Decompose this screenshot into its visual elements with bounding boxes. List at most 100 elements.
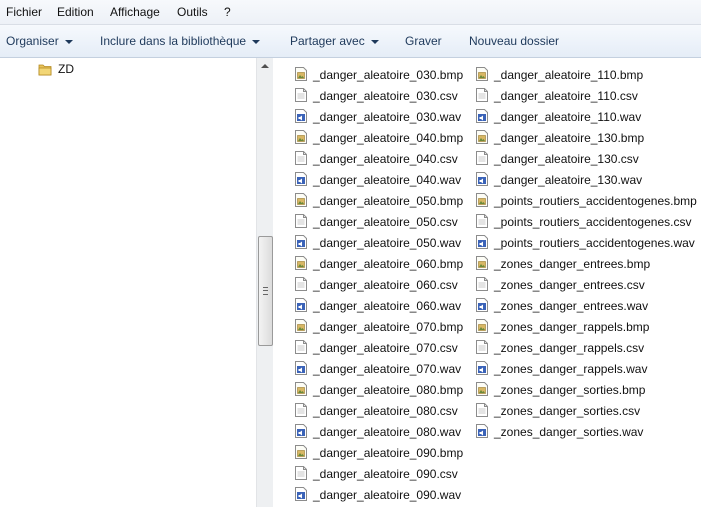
bitmap-file-icon xyxy=(295,130,307,144)
grip-icon xyxy=(263,287,268,295)
file-name: _points_routiers_accidentogenes.csv xyxy=(494,215,692,229)
organize-label: Organiser xyxy=(6,34,59,48)
file-name: _danger_aleatoire_130.wav xyxy=(494,173,643,187)
menu-fichier[interactable]: Fichier xyxy=(6,5,42,19)
file-name: _danger_aleatoire_060.bmp xyxy=(313,257,464,271)
bitmap-file-icon xyxy=(295,67,307,81)
text-file-icon xyxy=(476,151,488,165)
file-name: _danger_aleatoire_040.wav xyxy=(313,173,462,187)
file-name: _danger_aleatoire_030.csv xyxy=(313,89,458,103)
text-file-icon xyxy=(476,214,488,228)
chevron-down-icon xyxy=(370,39,379,44)
file-name: _danger_aleatoire_060.wav xyxy=(313,299,462,313)
audio-file-icon xyxy=(476,298,488,312)
audio-file-icon xyxy=(295,172,307,186)
audio-file-icon xyxy=(295,424,307,438)
audio-file-icon xyxy=(476,109,488,123)
command-bar: Organiser Inclure dans la bibliothèque P… xyxy=(0,25,701,58)
new-folder-button[interactable]: Nouveau dossier xyxy=(469,34,559,48)
audio-file-icon xyxy=(295,235,307,249)
chevron-down-icon xyxy=(64,39,73,44)
scroll-up-arrow-icon[interactable] xyxy=(257,58,273,74)
navigation-pane: ZD xyxy=(0,58,256,507)
file-name: _danger_aleatoire_090.csv xyxy=(313,467,458,481)
bitmap-file-icon xyxy=(295,445,307,459)
audio-file-icon xyxy=(476,235,488,249)
audio-file-icon xyxy=(476,424,488,438)
file-name: _danger_aleatoire_030.wav xyxy=(313,110,462,124)
bitmap-file-icon xyxy=(476,382,488,396)
file-name: _danger_aleatoire_040.bmp xyxy=(313,131,464,145)
text-file-icon xyxy=(476,403,488,417)
tree-item-label: ZD xyxy=(58,62,74,76)
include-library-button[interactable]: Inclure dans la bibliothèque xyxy=(100,34,261,48)
file-name: _zones_danger_rappels.wav xyxy=(494,362,648,376)
file-name: _danger_aleatoire_070.bmp xyxy=(313,320,464,334)
file-name: _zones_danger_entrees.wav xyxy=(494,299,649,313)
bitmap-file-icon xyxy=(476,256,488,270)
share-button[interactable]: Partager avec xyxy=(290,34,379,48)
file-name: _danger_aleatoire_130.csv xyxy=(494,152,639,166)
burn-button[interactable]: Graver xyxy=(405,34,442,48)
bitmap-file-icon xyxy=(295,256,307,270)
text-file-icon xyxy=(295,340,307,354)
text-file-icon xyxy=(295,403,307,417)
organize-button[interactable]: Organiser xyxy=(6,34,73,48)
audio-file-icon xyxy=(295,298,307,312)
bitmap-file-icon xyxy=(476,193,488,207)
text-file-icon xyxy=(295,151,307,165)
bitmap-file-icon xyxy=(476,130,488,144)
audio-file-icon xyxy=(295,487,307,501)
chevron-down-icon xyxy=(252,39,261,44)
menu-edition[interactable]: Edition xyxy=(57,5,94,19)
file-name: _danger_aleatoire_090.wav xyxy=(313,488,462,502)
file-name: _zones_danger_rappels.bmp xyxy=(494,320,650,334)
menu-help[interactable]: ? xyxy=(224,5,231,19)
file-name: _danger_aleatoire_030.bmp xyxy=(313,68,464,82)
bitmap-file-icon xyxy=(476,67,488,81)
file-name: _points_routiers_accidentogenes.bmp xyxy=(494,194,697,208)
menu-bar: Fichier Edition Affichage Outils ? xyxy=(0,0,701,25)
text-file-icon xyxy=(476,88,488,102)
burn-label: Graver xyxy=(405,34,442,48)
folder-icon xyxy=(38,64,52,76)
bitmap-file-icon xyxy=(295,193,307,207)
bitmap-file-icon xyxy=(295,319,307,333)
file-name: _danger_aleatoire_080.csv xyxy=(313,404,458,418)
audio-file-icon xyxy=(476,172,488,186)
nav-scrollbar[interactable] xyxy=(256,58,273,507)
file-name: _danger_aleatoire_050.bmp xyxy=(313,194,464,208)
menu-outils[interactable]: Outils xyxy=(177,5,208,19)
audio-file-icon xyxy=(295,361,307,375)
file-name: _danger_aleatoire_110.bmp xyxy=(494,68,644,82)
file-name: _zones_danger_sorties.wav xyxy=(494,425,644,439)
file-name: _danger_aleatoire_050.wav xyxy=(313,236,462,250)
file-name: _danger_aleatoire_040.csv xyxy=(313,152,458,166)
file-name: _danger_aleatoire_070.csv xyxy=(313,341,458,355)
scroll-thumb[interactable] xyxy=(258,236,273,346)
file-name: _danger_aleatoire_130.bmp xyxy=(494,131,645,145)
file-name: _zones_danger_entrees.csv xyxy=(494,278,645,292)
file-name: _danger_aleatoire_050.csv xyxy=(313,215,458,229)
file-name: _zones_danger_rappels.csv xyxy=(494,341,645,355)
include-library-label: Inclure dans la bibliothèque xyxy=(100,34,247,48)
text-file-icon xyxy=(476,277,488,291)
text-file-icon xyxy=(295,88,307,102)
bitmap-file-icon xyxy=(295,382,307,396)
bitmap-file-icon xyxy=(476,319,488,333)
menu-affichage[interactable]: Affichage xyxy=(110,5,160,19)
file-name: _danger_aleatoire_080.bmp xyxy=(313,383,464,397)
audio-file-icon xyxy=(476,361,488,375)
new-folder-label: Nouveau dossier xyxy=(469,34,560,48)
file-list: _danger_aleatoire_030.bmp _danger_aleatoi… xyxy=(273,58,701,507)
file-name: _zones_danger_sorties.bmp xyxy=(494,383,646,397)
file-name: _danger_aleatoire_110.wav xyxy=(494,110,642,124)
text-file-icon xyxy=(295,277,307,291)
file-name: _danger_aleatoire_090.bmp xyxy=(313,446,464,460)
file-name: _zones_danger_entrees.bmp xyxy=(494,257,651,271)
share-label: Partager avec xyxy=(290,34,365,48)
file-name: _points_routiers_accidentogenes.wav xyxy=(494,236,695,250)
file-name: _danger_aleatoire_110.csv xyxy=(494,89,638,103)
text-file-icon xyxy=(295,214,307,228)
file-name: _danger_aleatoire_060.csv xyxy=(313,278,458,292)
